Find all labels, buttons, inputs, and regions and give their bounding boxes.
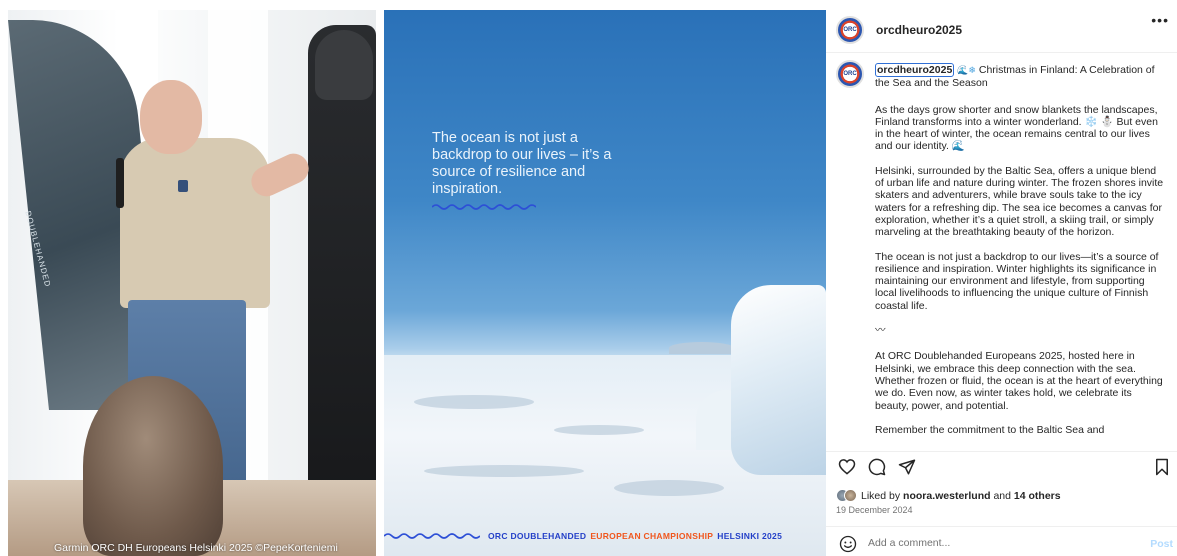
post-date[interactable]: 19 December 2024 xyxy=(836,505,913,515)
likes-and: and xyxy=(993,489,1011,502)
quote-text: The ocean is not just a backdrop to our … xyxy=(432,130,612,197)
profile-avatar[interactable]: ORC xyxy=(836,16,864,44)
emoji-icon[interactable] xyxy=(839,535,857,553)
more-options-icon[interactable]: ••• xyxy=(1151,12,1169,28)
comment-divider xyxy=(826,526,1177,527)
action-bar xyxy=(836,458,1169,480)
likes-prefix: Liked by xyxy=(861,489,901,502)
profile-username[interactable]: orcdheuro2025 xyxy=(876,23,962,37)
shirt-logo xyxy=(178,180,188,192)
caption-paragraph: Helsinki, surrounded by the Baltic Sea, … xyxy=(875,164,1164,239)
avatar-text: ORC xyxy=(843,71,857,77)
header-divider xyxy=(826,52,1177,53)
ice-shadow xyxy=(414,395,534,409)
comment-icon[interactable] xyxy=(868,458,886,476)
likes-others[interactable]: 14 others xyxy=(1014,490,1061,502)
comment-input[interactable] xyxy=(868,534,1138,552)
ice-shadow xyxy=(424,465,584,477)
caption-avatar[interactable]: ORC xyxy=(836,60,864,88)
likes-summary: Liked by noora.westerlund and 14 others xyxy=(836,489,1061,502)
event-photo: DOUBLEHANDED Garmin ORC DH Europeans Hel… xyxy=(8,10,376,556)
caption-body: orcdheuro2025 🌊❄ Christmas in Finland: A… xyxy=(875,63,1167,448)
caption-paragraph: As the days grow shorter and snow blanke… xyxy=(875,103,1158,153)
speaker-head xyxy=(140,80,202,154)
wave-snowflake-emoji: 🌊❄ xyxy=(957,66,976,76)
avatar-text: ORC xyxy=(843,27,857,33)
strip-text-helsinki: HELSINKI 2025 xyxy=(717,531,783,541)
horizon-island xyxy=(669,342,734,354)
strip-text-championship: EUROPEAN CHAMPIONSHIP xyxy=(590,531,714,541)
comment-row: Post xyxy=(826,530,1177,556)
liker-username[interactable]: noora.westerlund xyxy=(903,490,991,502)
winter-sea-graphic: The ocean is not just a backdrop to our … xyxy=(384,10,826,556)
post-header: ORC orcdheuro2025 xyxy=(826,10,1177,50)
caption-scroll-area[interactable]: ORC orcdheuro2025 🌊❄ Christmas in Finlan… xyxy=(826,58,1177,450)
jacket-mannequin xyxy=(308,25,376,545)
caption-paragraph: At ORC Doublehanded Europeans 2025, host… xyxy=(875,350,1163,412)
ice-shadow xyxy=(614,480,724,496)
wave-decoration xyxy=(384,533,480,539)
caption-paragraph: Remember the commitment to the Baltic Se… xyxy=(875,423,1105,436)
iceberg xyxy=(731,285,826,475)
strip-text-orc: ORC DOUBLEHANDED xyxy=(488,531,587,541)
caption-username[interactable]: orcdheuro2025 xyxy=(875,63,955,77)
championship-strip: ORC DOUBLEHANDED EUROPEAN CHAMPIONSHIP H… xyxy=(384,526,826,546)
save-bookmark-icon[interactable] xyxy=(1155,458,1169,476)
caption-title: orcdheuro2025 🌊❄ Christmas in Finland: A… xyxy=(875,63,1167,90)
photo-credit: Garmin ORC DH Europeans Helsinki 2025 ©P… xyxy=(54,542,338,554)
caption-separator: 〰 xyxy=(875,324,886,337)
caption-paragraph: The ocean is not just a backdrop to our … xyxy=(875,250,1159,312)
caption-divider xyxy=(826,451,1177,452)
jacket-hood xyxy=(315,30,373,100)
post-panel: ORC orcdheuro2025 ••• ORC orcdheuro2025 … xyxy=(826,0,1177,556)
audience-head xyxy=(83,376,223,556)
microphone xyxy=(116,158,124,208)
liker-avatar[interactable] xyxy=(844,489,857,502)
wave-decoration xyxy=(432,204,536,210)
share-send-icon[interactable] xyxy=(898,458,916,476)
ice-shadow xyxy=(554,425,644,435)
liker-avatars xyxy=(836,489,857,502)
like-heart-icon[interactable] xyxy=(838,458,856,475)
post-comment-button[interactable]: Post xyxy=(1150,538,1173,550)
speaker-shirt xyxy=(120,138,270,308)
